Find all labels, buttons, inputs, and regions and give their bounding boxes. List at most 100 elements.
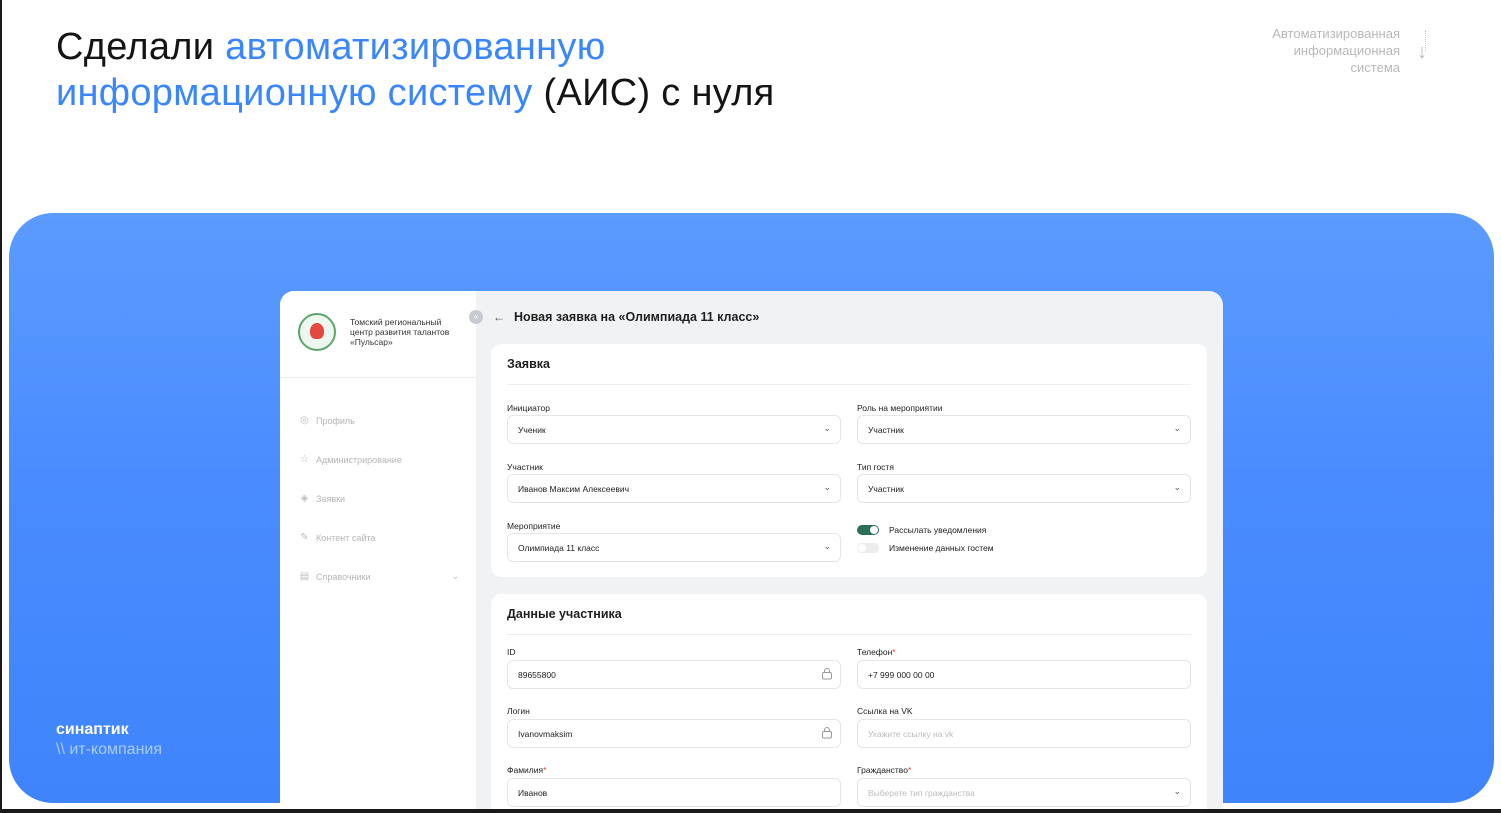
event-select[interactable]: Олимпиада 11 класс ⌄ <box>507 533 841 562</box>
guest-type-label: Тип гостя <box>857 462 894 472</box>
card-title: Данные участника <box>507 607 622 621</box>
role-select[interactable]: Участник ⌄ <box>857 415 1191 444</box>
phone-field[interactable]: +7 999 000 00 00 <box>857 660 1191 689</box>
headline-text: Сделали <box>56 26 226 68</box>
chevron-down-icon: ⌄ <box>823 541 831 551</box>
guest-edit-toggle[interactable] <box>857 543 879 553</box>
surname-field[interactable]: Иванов <box>507 778 841 807</box>
section-tag-line: система <box>1350 60 1400 75</box>
slide-headline: Сделали автоматизированную информационну… <box>56 24 775 116</box>
login-value: Ivanovmaksim <box>518 729 573 739</box>
brand-tagline: \\ ит-компания <box>56 741 163 758</box>
participant-label: Участник <box>507 462 543 472</box>
card-divider <box>507 384 1191 385</box>
brand-name: синаптик <box>56 721 129 738</box>
phone-label: Телефон* <box>857 647 896 657</box>
vk-link-input[interactable]: Укажите ссылку на vk <box>857 719 1191 748</box>
chevron-down-icon: ⌄ <box>451 571 459 581</box>
citizenship-select[interactable]: Выберете тип гражданства ⌄ <box>857 778 1191 807</box>
initiator-value: Ученик <box>518 425 546 435</box>
vk-label: Ссылка на VK <box>857 706 913 716</box>
required-mark: * <box>907 765 912 775</box>
id-field[interactable]: 89655800 <box>507 660 841 689</box>
vk-placeholder: Укажите ссылку на vk <box>868 729 954 739</box>
frame-bottom-border <box>0 809 1501 813</box>
sidebar-item-requests[interactable]: ◈ Заявки <box>299 479 459 518</box>
org-logo-icon <box>298 313 336 351</box>
brand-block: синаптик \\ ит-компания <box>56 720 162 760</box>
guest-type-value: Участник <box>868 484 904 494</box>
org-name: Томский региональный центр развития тала… <box>350 317 460 347</box>
request-card: Заявка Инициатор Ученик ⌄ Роль на меропр… <box>491 344 1207 577</box>
clipboard-icon: ▤ <box>299 571 310 582</box>
sidebar-item-label: Администрирование <box>316 454 402 465</box>
section-tag-line: Автоматизированная <box>1272 26 1400 41</box>
card-divider <box>507 634 1191 635</box>
initiator-select[interactable]: Ученик ⌄ <box>507 415 841 444</box>
chevron-down-icon: ⌄ <box>1173 423 1181 433</box>
arrow-down-icon: ↓ <box>1417 41 1427 63</box>
back-arrow-icon[interactable]: ← <box>493 310 505 324</box>
surname-label: Фамилия* <box>507 765 546 775</box>
phone-value: +7 999 000 00 00 <box>868 670 935 680</box>
chevron-down-icon: ⌄ <box>1173 786 1181 796</box>
sidebar-nav: ◎ Профиль ☆ Администрирование ◈ Заявки ✎… <box>299 401 459 596</box>
citizenship-label-text: Гражданство <box>857 765 908 775</box>
headline-text: (АИС) с нуля <box>532 72 775 114</box>
sidebar-item-label: Справочники <box>316 571 371 582</box>
headline-accent-text: автоматизированную <box>225 26 606 68</box>
headline-line-2: информационную систему (АИС) с нуля <box>56 70 775 116</box>
star-icon: ☆ <box>300 454 309 465</box>
surname-value: Иванов <box>518 788 548 798</box>
required-mark: * <box>892 647 896 657</box>
login-field[interactable]: Ivanovmaksim <box>507 719 841 748</box>
card-title: Заявка <box>507 357 550 371</box>
sidebar-item-label: Заявки <box>316 493 346 504</box>
participant-select[interactable]: Иванов Максим Алексеевич ⌄ <box>507 474 841 503</box>
event-label: Мероприятие <box>507 521 561 531</box>
frame-left-border <box>0 0 2 813</box>
id-label: ID <box>507 647 516 657</box>
guest-edit-label: Изменение данных гостем <box>889 543 994 553</box>
guest-type-select[interactable]: Участник ⌄ <box>857 474 1191 503</box>
page-header: « ← Новая заявка на «Олимпиада 11 класс» <box>469 310 759 324</box>
sidebar-divider <box>280 377 476 378</box>
page-title: Новая заявка на «Олимпиада 11 класс» <box>514 310 760 324</box>
guest-edit-toggle-row[interactable]: Изменение данных гостем <box>857 543 994 553</box>
sidebar-item-site-content[interactable]: ✎ Контент сайта <box>299 518 459 557</box>
sidebar-item-label: Профиль <box>316 415 355 426</box>
required-mark: * <box>543 765 547 775</box>
headline-accent-text: информационную систему <box>56 72 533 114</box>
initiator-label: Инициатор <box>507 403 550 413</box>
role-value: Участник <box>868 425 904 435</box>
lock-icon <box>822 727 832 739</box>
sidebar-item-profile[interactable]: ◎ Профиль <box>299 401 459 440</box>
notify-toggle[interactable] <box>857 525 879 535</box>
notify-toggle-row[interactable]: Рассылать уведомления <box>857 525 986 535</box>
section-tag: Автоматизированная информационная систем… <box>1200 25 1400 76</box>
app-window: Томский региональный центр развития тала… <box>280 291 1223 811</box>
sidebar-item-label: Контент сайта <box>316 532 376 543</box>
org-header[interactable]: Томский региональный центр развития тала… <box>298 313 460 351</box>
org-name-line: Томский региональный <box>350 317 442 327</box>
phone-label-text: Телефон <box>857 647 893 657</box>
chevron-down-icon: ⌄ <box>823 482 831 492</box>
org-name-line: «Пульсар» <box>350 337 393 347</box>
sidebar-item-directories[interactable]: ▤ Справочники ⌄ <box>299 557 459 596</box>
sidebar-item-administration[interactable]: ☆ Администрирование <box>299 440 459 479</box>
participant-card: Данные участника ID 89655800 Телефон* +7… <box>491 594 1207 811</box>
citizenship-label: Гражданство* <box>857 765 911 775</box>
section-tag-line: информационная <box>1293 43 1400 58</box>
lock-icon <box>822 668 832 680</box>
event-value: Олимпиада 11 класс <box>518 543 600 553</box>
sidebar: Томский региональный центр развития тала… <box>280 291 476 811</box>
org-name-line: центр развития талантов <box>350 327 450 337</box>
participant-value: Иванов Максим Алексеевич <box>518 484 630 494</box>
login-label: Логин <box>507 706 530 716</box>
chevron-down-icon: ⌄ <box>1173 482 1181 492</box>
chevron-down-icon: ⌄ <box>823 423 831 433</box>
user-circle-icon: ◎ <box>300 415 309 426</box>
notify-label: Рассылать уведомления <box>889 525 987 535</box>
citizenship-placeholder: Выберете тип гражданства <box>868 788 975 798</box>
collapse-sidebar-button[interactable]: « <box>469 310 483 324</box>
